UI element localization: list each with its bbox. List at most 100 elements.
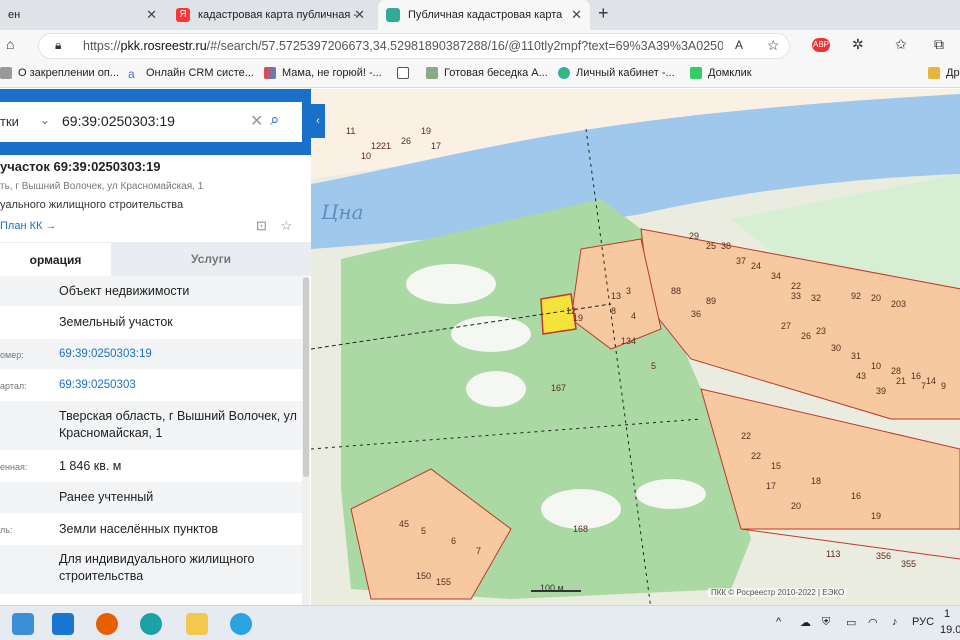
clear-icon[interactable]: ✕ <box>250 111 263 131</box>
favorites-icon[interactable]: ✩ <box>895 36 907 53</box>
zoom-to-icon[interactable]: ⊡ <box>256 218 267 233</box>
tab-1[interactable]: ен ✕ <box>0 0 165 30</box>
chevron-down-icon[interactable]: ⌄ <box>40 113 50 127</box>
windows-start-icon[interactable] <box>12 613 34 635</box>
cadastral-map[interactable]: 11 12 10 21 26 19 17 29 25 38 37 24 34 22 13 3 12 8 4 134 5 1… <box>311 89 960 605</box>
read-aloud-icon[interactable]: A <box>735 38 743 52</box>
parcel-number-label: 12 <box>371 141 381 151</box>
lock-icon[interactable]: 🔒︎ <box>55 38 61 53</box>
tab-services-label: Услуги <box>191 252 231 266</box>
new-tab-button[interactable]: + <box>598 3 609 24</box>
adblock-icon[interactable]: ABP <box>812 38 830 52</box>
parcel-number-label: 25 <box>706 241 716 251</box>
telegram-icon[interactable] <box>230 613 252 635</box>
search-category[interactable]: тки <box>0 114 19 129</box>
search-box: тки ⌄ 69:39:0250303:19 ✕ ⌕ <box>0 102 302 142</box>
folder-icon <box>928 67 940 79</box>
parcel-number-label: 33 <box>791 291 801 301</box>
close-icon[interactable]: ✕ <box>146 7 157 23</box>
bookmark-7[interactable]: Домклик <box>690 67 752 79</box>
plan-kk-link[interactable]: План КК → <box>0 220 56 232</box>
parcel-number-label: 14 <box>926 376 936 386</box>
parcel-number-label: 22 <box>741 431 751 441</box>
defender-icon[interactable]: ⛨ <box>822 616 830 629</box>
parcel-number-label: 15 <box>771 461 781 471</box>
tab-information-label: ормация <box>29 252 82 267</box>
bookmarks-bar: О закреплении оп... a Онлайн CRM систе...… <box>0 62 960 88</box>
url-input[interactable]: 🔒︎ https://pkk.rosreestr.ru/#/search/57.… <box>38 33 790 59</box>
clearing <box>466 371 526 407</box>
parcel-number-label: 155 <box>436 577 451 587</box>
parcel-number-label: 7 <box>476 546 481 556</box>
parcel-number-label: 16 <box>851 491 861 501</box>
bookmark-3[interactable]: Мама, не горюй! -... <box>264 67 382 79</box>
info-panel: тки ⌄ 69:39:0250303:19 ✕ ⌕ участок 69:39… <box>0 89 311 605</box>
bookmark-6[interactable]: Личный кабинет -... <box>558 67 675 79</box>
object-use: уального жилищного строительства <box>0 199 184 211</box>
tab-2[interactable]: Я кадастровая карта публичная - ✕ <box>168 0 373 30</box>
tab-information[interactable]: ормация <box>0 242 111 276</box>
row-value: Земельный участок <box>59 315 173 329</box>
volume-icon[interactable]: ♪ <box>892 616 898 628</box>
bookmark-4[interactable] <box>397 67 415 79</box>
bookmark-1[interactable]: О закреплении оп... <box>0 67 119 79</box>
tab-3[interactable]: Публичная кадастровая карта ✕ <box>378 0 590 30</box>
edge-icon[interactable] <box>140 613 162 635</box>
extensions-icon[interactable]: ✲ <box>852 36 864 53</box>
parcel-number-label: 16 <box>911 371 921 381</box>
parcel-number-label: 30 <box>831 343 841 353</box>
parcel-number-label: 9 <box>941 381 946 391</box>
bookmark-label: Готовая беседка А... <box>444 67 548 79</box>
parcel-number-label: 355 <box>901 559 916 569</box>
rosreestr-icon <box>386 8 400 22</box>
close-icon[interactable]: ✕ <box>571 7 582 23</box>
bookmark-2[interactable]: a Онлайн CRM систе... <box>128 67 254 81</box>
file-explorer-icon[interactable] <box>186 613 208 635</box>
star-icon[interactable]: ☆ <box>281 218 293 233</box>
cadastral-number-link[interactable]: 69:39:0250303:19 <box>59 346 152 363</box>
row-value: Для индивидуального жилищного строительс… <box>59 552 255 583</box>
mail-icon[interactable] <box>52 613 74 635</box>
clock-date[interactable]: 19.0 <box>940 624 960 636</box>
quarter-number-link[interactable]: 69:39:0250303 <box>59 377 136 394</box>
bookmark-folder[interactable]: Др <box>928 67 960 79</box>
parcel-number-label: 22 <box>791 281 801 291</box>
collections-icon[interactable]: ⧉ <box>934 36 944 53</box>
parcel-number-label: 5 <box>651 361 656 371</box>
network-icon[interactable]: ▭ <box>846 616 856 629</box>
parcel-number-label: 21 <box>381 141 391 151</box>
scrollbar-thumb[interactable] <box>303 277 309 477</box>
cloud-icon[interactable]: ☁ <box>800 616 811 629</box>
clock-time[interactable]: 1 <box>944 608 950 620</box>
amocrm-icon: a <box>128 67 135 81</box>
table-row: Ранее учтенный <box>0 482 304 514</box>
panel-scrollbar[interactable] <box>302 277 310 605</box>
parcel-number-label: 20 <box>871 293 881 303</box>
parcel-number-label: 6 <box>451 536 456 546</box>
collapse-panel-button[interactable]: ‹ <box>311 104 325 138</box>
bookmark-label: Др <box>946 67 960 79</box>
table-row: енная: 1 846 кв. м <box>0 451 304 482</box>
home-icon[interactable]: ⌂ <box>6 36 14 52</box>
tab-services[interactable]: Услуги <box>111 242 311 276</box>
close-icon[interactable]: ✕ <box>354 7 365 23</box>
search-icon[interactable]: ⌕ <box>270 110 280 130</box>
map-copyright: ПКК © Росреестр 2010-2022 | ЕЭКО <box>708 588 848 597</box>
bookmark-5[interactable]: Готовая беседка А... <box>426 67 548 79</box>
parcel-number-label: 92 <box>851 291 861 301</box>
parcel-number-label: 5 <box>421 526 426 536</box>
table-row: Объект недвижимости <box>0 276 304 307</box>
table-row: омер: 69:39:0250303:19 <box>0 339 304 370</box>
parcel-number-label: 89 <box>706 296 716 306</box>
map-canvas[interactable]: 11121021 2619172925 3837 24342213 312 8 413451… <box>311 89 960 605</box>
wifi-icon[interactable]: ◠ <box>868 616 878 629</box>
language-indicator[interactable]: РУС <box>912 616 934 628</box>
search-input[interactable]: 69:39:0250303:19 <box>62 113 175 129</box>
parcel-number-label: 113 <box>826 549 840 559</box>
chevron-up-icon[interactable]: ^ <box>776 616 781 628</box>
parcel-number-label: 45 <box>399 519 409 529</box>
parcel-number-label: 23 <box>816 326 826 336</box>
firefox-icon[interactable] <box>96 613 118 635</box>
bookmark-label: О закреплении оп... <box>18 67 119 79</box>
favorite-add-icon[interactable]: ☆ <box>767 37 780 54</box>
